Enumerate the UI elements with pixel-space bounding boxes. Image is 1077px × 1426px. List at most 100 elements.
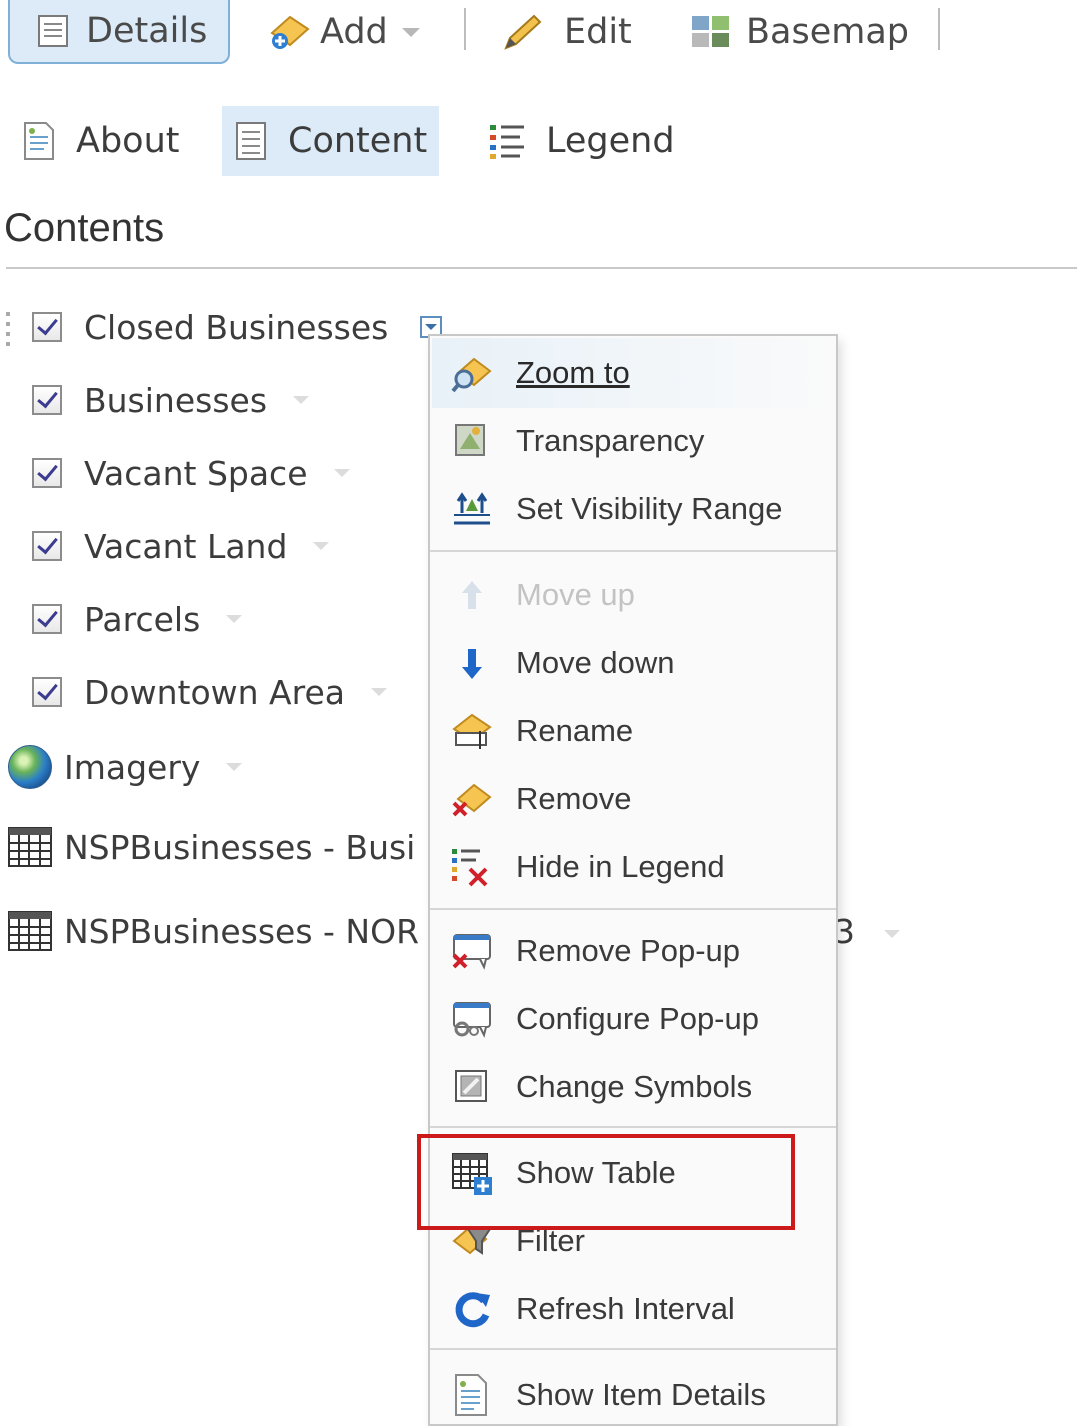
map-viewer-panel: Details Add Edit Basemap About Content L… — [0, 0, 1077, 1426]
menu-separator — [430, 908, 836, 910]
layer-name: Vacant Space — [84, 453, 308, 493]
chevron-down-icon[interactable] — [370, 688, 387, 696]
layer-name: Downtown Area — [84, 672, 345, 712]
menu-item-set-visibility-range[interactable]: Set Visibility Range — [430, 478, 836, 540]
menu-item-label: Change Symbols — [516, 1069, 753, 1104]
chevron-down-icon[interactable] — [226, 615, 243, 623]
layer-row[interactable]: Vacant Space — [32, 448, 350, 498]
basemap-label: Basemap — [746, 12, 909, 52]
details-label: Details — [86, 11, 208, 51]
layer-name: NSPBusinesses - Busi — [64, 827, 416, 867]
rename-icon — [452, 713, 492, 749]
pencil-icon — [504, 14, 542, 50]
table-icon — [8, 911, 52, 951]
layer-name: Closed Businesses — [84, 307, 389, 347]
change-symbols-icon — [455, 1070, 487, 1102]
arrow-down-icon — [462, 649, 482, 679]
menu-item-rename[interactable]: Rename — [430, 700, 836, 762]
menu-item-remove-popup[interactable]: Remove Pop-up — [430, 920, 836, 982]
layer-name: Vacant Land — [84, 526, 288, 566]
menu-item-label: Remove — [516, 781, 632, 816]
annotation-highlight-box — [417, 1134, 795, 1230]
layer-visibility-checkbox[interactable] — [32, 385, 62, 415]
chevron-down-icon[interactable] — [226, 763, 243, 771]
layer-row[interactable]: NSPBusinesses - Busi — [8, 822, 415, 872]
menu-item-label: Move down — [516, 645, 675, 680]
basemap-button[interactable]: Basemap — [690, 0, 909, 64]
details-button[interactable]: Details — [8, 0, 230, 64]
remove-icon — [452, 783, 492, 817]
item-details-icon — [455, 1374, 487, 1416]
drag-handle-icon[interactable] — [6, 312, 12, 352]
basemap-icon — [692, 16, 729, 47]
menu-item-configure-popup[interactable]: Configure Pop-up — [430, 988, 836, 1050]
menu-item-zoom-to[interactable]: Zoom to — [430, 342, 836, 404]
tab-about-label: About — [76, 121, 180, 161]
add-label: Add — [320, 12, 388, 52]
menu-item-transparency[interactable]: Transparency — [430, 410, 836, 472]
remove-popup-icon — [452, 934, 491, 970]
menu-separator — [430, 550, 836, 552]
zoom-to-icon — [451, 357, 492, 393]
menu-item-move-down[interactable]: Move down — [430, 632, 836, 694]
menu-item-hide-in-legend[interactable]: Hide in Legend — [430, 836, 836, 898]
layer-row[interactable]: Vacant Land — [32, 521, 330, 571]
refresh-icon — [455, 1292, 490, 1328]
menu-item-label: Rename — [516, 713, 634, 748]
menu-item-show-item-details[interactable]: Show Item Details — [430, 1364, 836, 1426]
menu-separator — [430, 1348, 836, 1350]
layer-context-menu: Zoom to Transparency Set Visibility Rang… — [428, 334, 838, 1426]
about-icon — [24, 122, 54, 160]
chevron-down-icon[interactable] — [313, 542, 330, 550]
chevron-down-icon — [425, 324, 438, 330]
layer-row[interactable]: Businesses — [32, 375, 310, 425]
menu-item-label: Show Item Details — [516, 1377, 766, 1412]
visibility-range-icon — [454, 492, 490, 525]
layer-row[interactable]: NSPBusinesses - NOR — [8, 906, 419, 956]
menu-item-move-up: Move up — [430, 564, 836, 626]
layer-row[interactable]: Closed Businesses — [32, 302, 443, 352]
layer-name: Imagery — [64, 747, 201, 787]
menu-item-refresh-interval[interactable]: Refresh Interval — [430, 1278, 836, 1340]
layer-visibility-checkbox[interactable] — [32, 677, 62, 707]
section-divider — [6, 267, 1077, 269]
add-layer-icon — [270, 15, 310, 49]
layer-visibility-checkbox[interactable] — [32, 458, 62, 488]
layer-row[interactable]: Parcels — [32, 594, 243, 644]
menu-item-label: Set Visibility Range — [516, 491, 783, 526]
tab-content[interactable]: Content — [222, 106, 440, 176]
layer-visibility-checkbox[interactable] — [32, 604, 62, 634]
tab-legend-label: Legend — [546, 121, 675, 161]
edit-label: Edit — [564, 12, 632, 52]
chevron-down-icon[interactable] — [293, 396, 310, 404]
layer-row[interactable]: Imagery — [8, 742, 243, 792]
edit-button[interactable]: Edit — [500, 0, 632, 64]
tab-legend[interactable]: Legend — [488, 106, 675, 176]
globe-icon — [8, 745, 52, 789]
menu-item-label: Remove Pop-up — [516, 933, 741, 968]
menu-item-change-symbols[interactable]: Change Symbols — [430, 1056, 836, 1118]
tab-content-label: Content — [288, 121, 428, 161]
table-icon — [8, 827, 52, 867]
chevron-down-icon — [401, 27, 420, 37]
chevron-down-icon[interactable] — [884, 930, 900, 938]
tab-about[interactable]: About — [22, 106, 179, 176]
menu-item-label: Zoom to — [516, 355, 630, 390]
chevron-down-icon[interactable] — [333, 469, 350, 477]
toolbar-divider — [464, 8, 466, 50]
hide-legend-icon — [452, 849, 488, 887]
add-button[interactable]: Add — [266, 0, 420, 64]
layer-name: Parcels — [84, 599, 201, 639]
menu-item-label: Configure Pop-up — [516, 1001, 759, 1036]
configure-popup-icon — [453, 1002, 491, 1038]
top-toolbar: Details Add Edit Basemap — [0, 0, 1077, 82]
layer-name: Businesses — [84, 380, 268, 420]
layer-visibility-checkbox[interactable] — [32, 312, 62, 342]
legend-icon — [490, 125, 524, 159]
menu-item-remove[interactable]: Remove — [430, 768, 836, 830]
layer-visibility-checkbox[interactable] — [32, 531, 62, 561]
layer-row[interactable]: Downtown Area — [32, 667, 387, 717]
toolbar-divider — [938, 8, 940, 50]
menu-item-label: Move up — [516, 577, 635, 612]
arrow-up-icon — [462, 581, 482, 609]
